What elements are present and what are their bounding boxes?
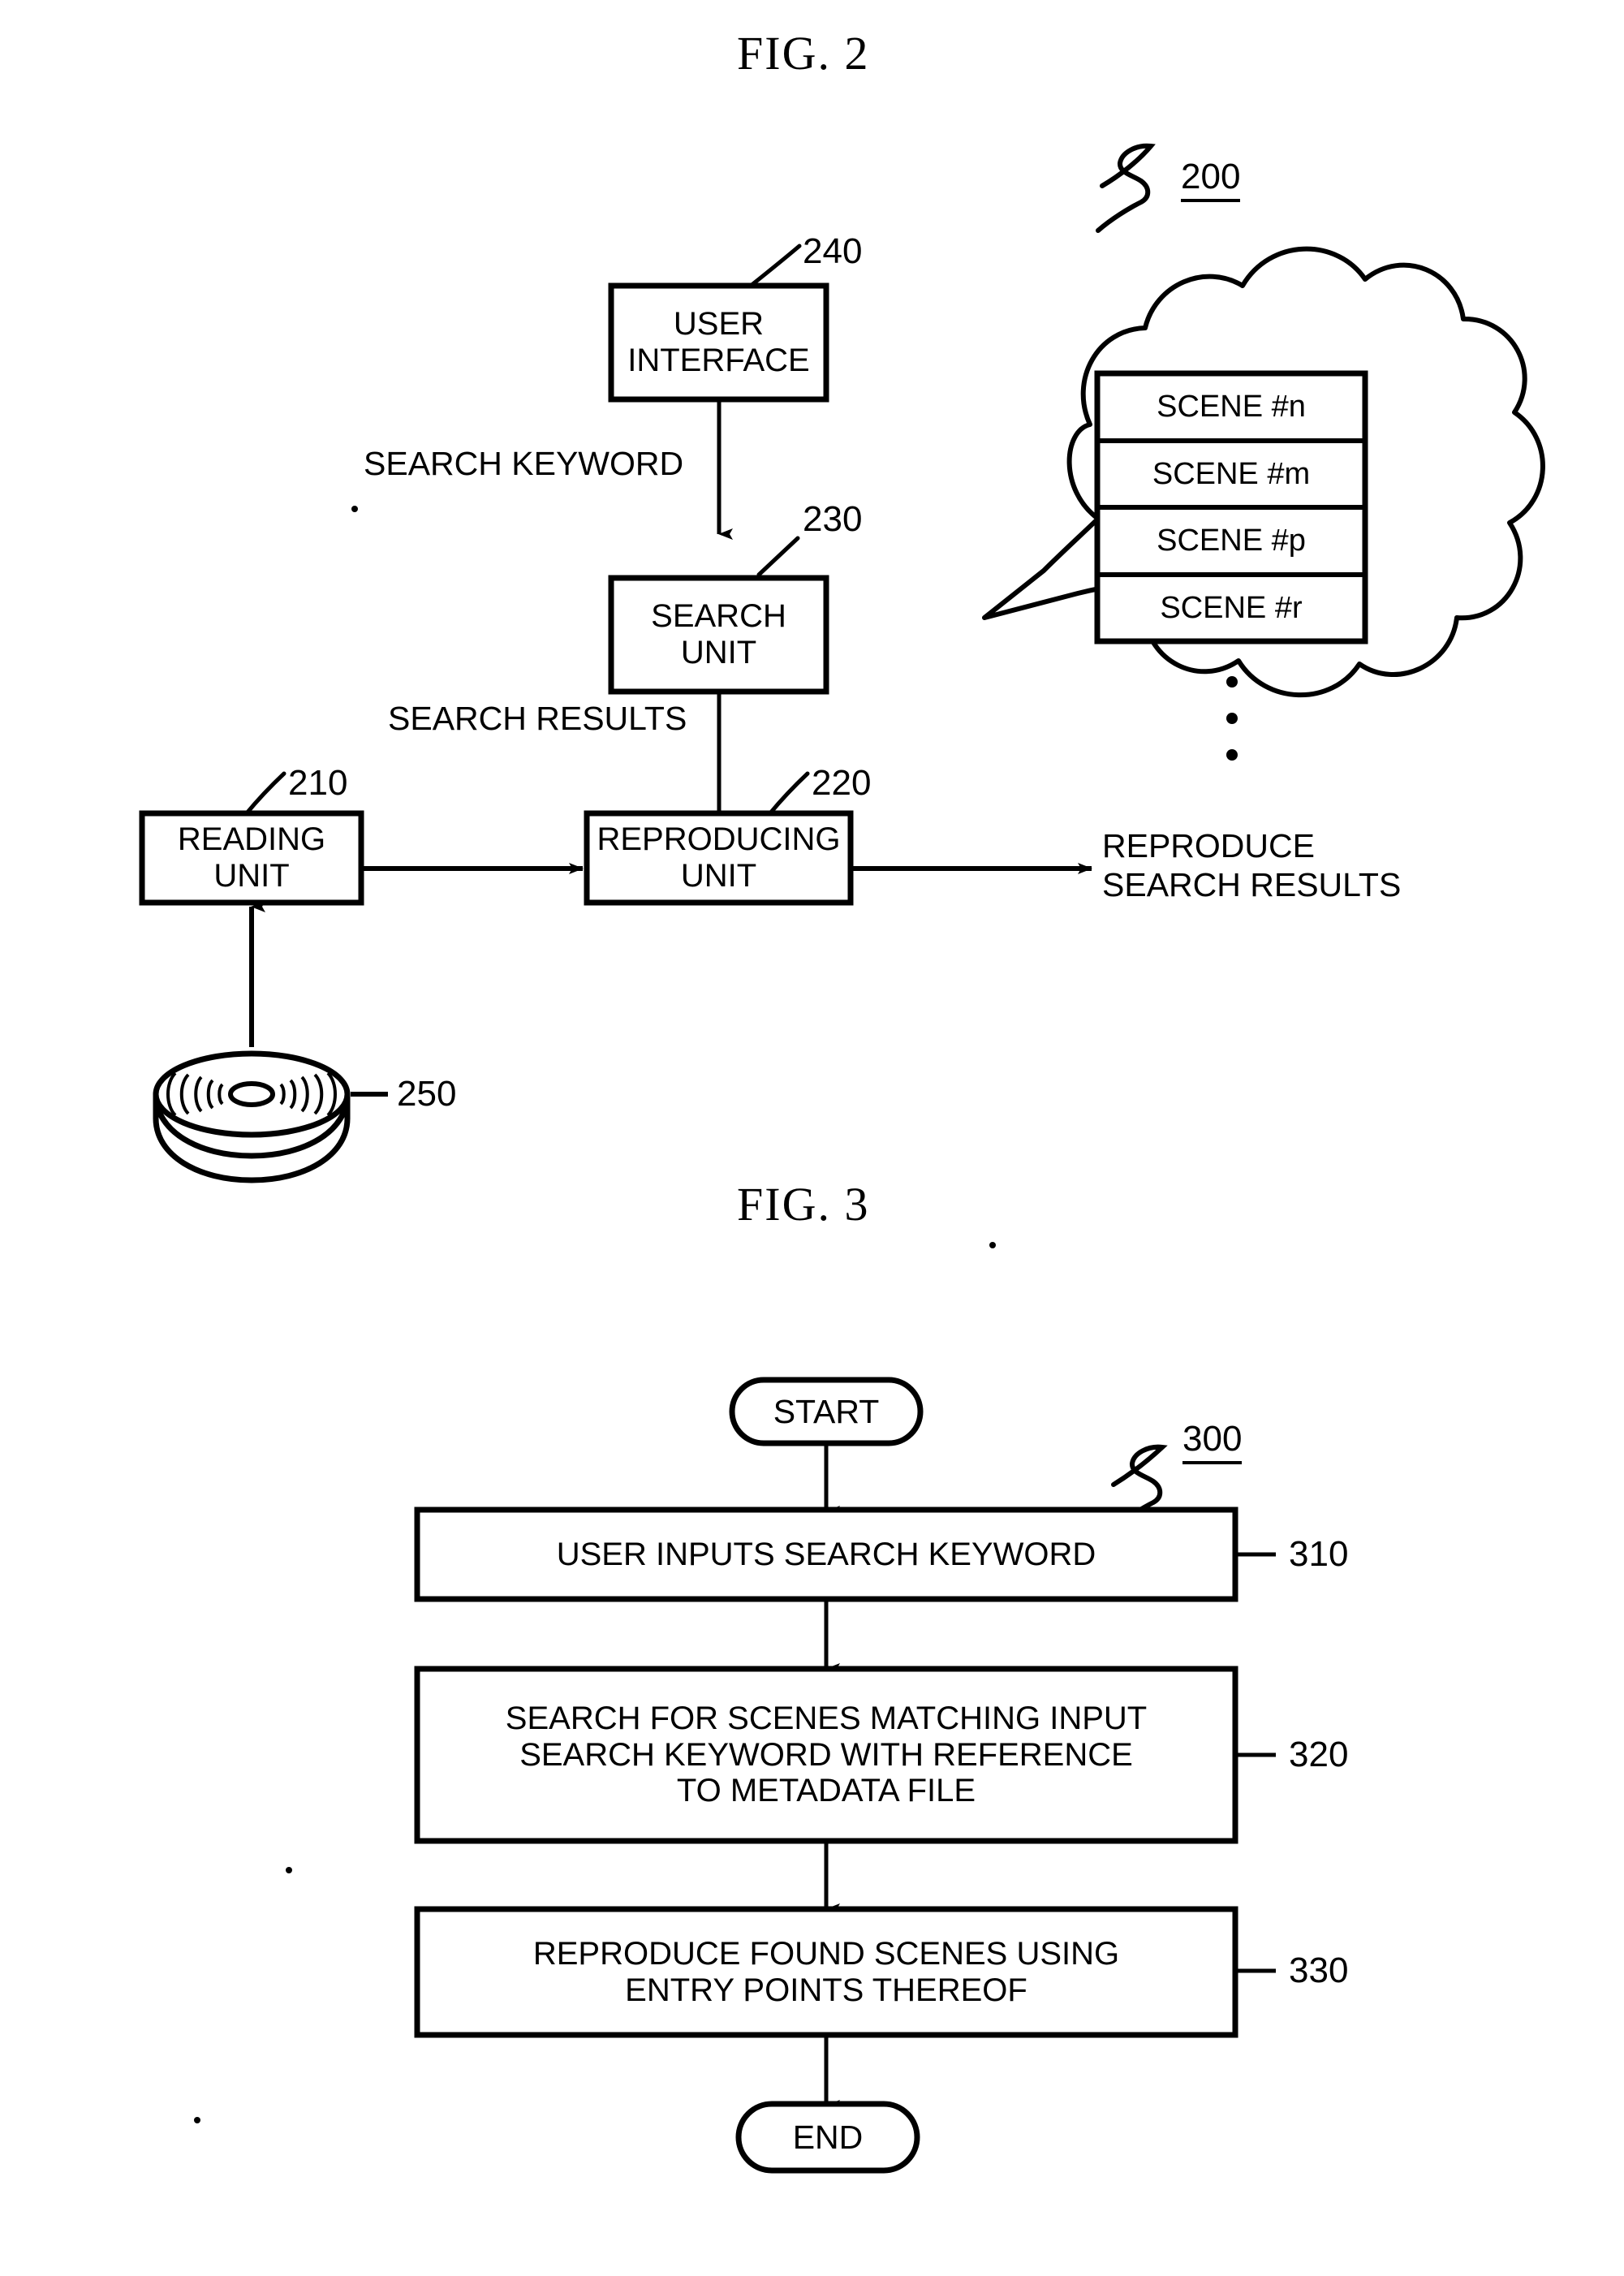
ref-number-330: 330 bbox=[1289, 1951, 1349, 1990]
ref-number-220: 220 bbox=[812, 763, 872, 803]
scan-speck bbox=[286, 1867, 292, 1873]
terminator-label-start: START bbox=[773, 1392, 880, 1430]
block-search-unit bbox=[608, 575, 829, 695]
scene-row: SCENE #p bbox=[1157, 524, 1306, 558]
ref-number-200: 200 bbox=[1181, 157, 1241, 202]
edge-label-search-keyword: SEARCH KEYWORD bbox=[364, 445, 684, 482]
scene-row: SCENE #m bbox=[1152, 456, 1311, 491]
ref-number-230: 230 bbox=[803, 499, 863, 539]
step-box-310 bbox=[414, 1507, 1238, 1602]
ref-number-210: 210 bbox=[288, 763, 348, 803]
figure-sheet bbox=[0, 0, 1624, 2276]
ref-number-300: 300 bbox=[1182, 1419, 1243, 1464]
figure-2-title: FIG. 2 bbox=[737, 27, 870, 80]
output-label-reproduce-search-results: REPRODUCE SEARCH RESULTS bbox=[1102, 827, 1402, 904]
figure-3-title: FIG. 3 bbox=[737, 1178, 870, 1231]
scan-speck bbox=[351, 506, 358, 512]
block-reading-unit bbox=[139, 810, 364, 906]
scan-speck bbox=[194, 2117, 200, 2123]
block-user-interface bbox=[608, 282, 829, 403]
scene-row: SCENE #n bbox=[1157, 390, 1306, 424]
edge-label-search-results: SEARCH RESULTS bbox=[388, 700, 687, 737]
scan-speck bbox=[989, 1242, 996, 1248]
step-box-320 bbox=[414, 1666, 1238, 1844]
terminator-label-end: END bbox=[792, 2118, 864, 2156]
block-reproducing-unit bbox=[584, 810, 854, 906]
step-box-330 bbox=[414, 1906, 1238, 2038]
ref-number-310: 310 bbox=[1289, 1534, 1349, 1574]
ref-number-320: 320 bbox=[1289, 1735, 1349, 1774]
optical-disc-icon bbox=[153, 1050, 351, 1183]
scene-row: SCENE #r bbox=[1160, 590, 1303, 625]
ref-number-240: 240 bbox=[803, 231, 863, 271]
ref-number-250: 250 bbox=[397, 1074, 457, 1114]
